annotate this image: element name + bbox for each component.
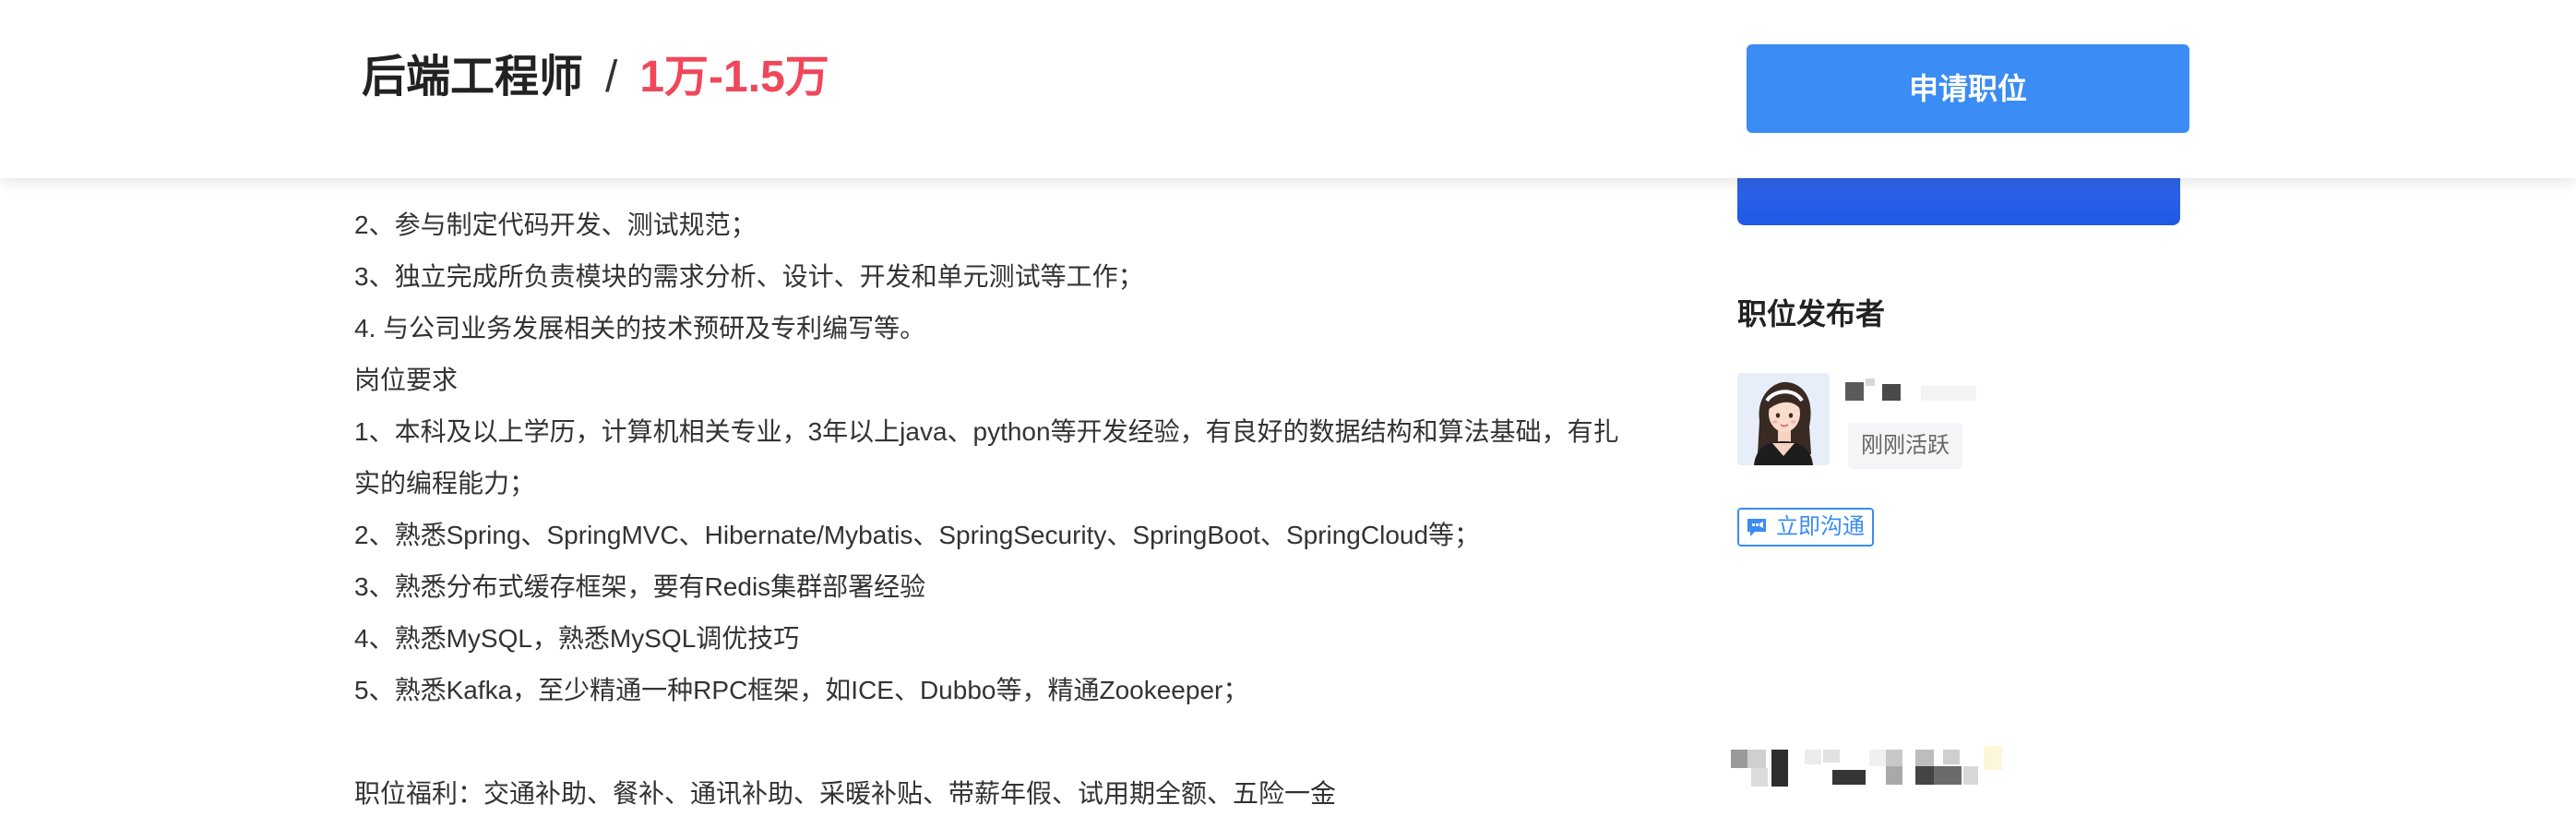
- apply-button[interactable]: 申请职位: [1747, 44, 2189, 133]
- sticky-job-header: 后端工程师 / 1万-1.5万 申请职位: [0, 0, 2576, 178]
- active-status-badge: 刚刚活跃: [1848, 423, 1962, 469]
- requirement-line: 1、本科及以上学历，计算机相关专业，3年以上java、python等开发经验，有…: [354, 417, 1619, 498]
- salary-range: 1万-1.5万: [639, 53, 829, 102]
- requirements-heading: 岗位要求: [354, 366, 459, 394]
- job-description: 2、参与制定代码开发、测试规范； 3、独立完成所负责模块的需求分析、设计、开发和…: [354, 148, 1637, 820]
- recruiter-avatar[interactable]: [1737, 373, 1830, 465]
- duty-line: 3、独立完成所负责模块的需求分析、设计、开发和单元测试等工作；: [354, 262, 1144, 291]
- avatar-illustration: [1737, 373, 1830, 465]
- title-separator: /: [605, 53, 618, 102]
- chat-now-button[interactable]: 立即沟通: [1737, 508, 1874, 547]
- company-info-redacted: [1731, 746, 2128, 790]
- requirement-line: 3、熟悉分布式缓存框架，要有Redis集群部署经验: [354, 572, 926, 601]
- requirement-line: 4、熟悉MySQL，熟悉MySQL调优技巧: [354, 624, 800, 653]
- job-title: 后端工程师: [362, 53, 584, 102]
- duty-line: 4. 与公司业务发展相关的技术预研及专利编写等。: [354, 314, 926, 342]
- requirement-line: 5、熟悉Kafka，至少精通一种RPC框架，如ICE、Dubbo等，精通Zook…: [354, 676, 1249, 704]
- chat-now-label: 立即沟通: [1776, 514, 1865, 539]
- job-heading: 后端工程师 / 1万-1.5万: [362, 48, 829, 107]
- publisher-section-title: 职位发布者: [1737, 297, 1886, 330]
- requirement-line: 2、熟悉Spring、SpringMVC、Hibernate/Mybatis、S…: [354, 521, 1481, 549]
- recruiter-name-redacted: [1845, 378, 1984, 406]
- duty-line: 2、参与制定代码开发、测试规范；: [354, 210, 757, 239]
- chat-icon: [1747, 519, 1766, 536]
- benefits-line: 职位福利：交通补助、餐补、通讯补助、采暖补贴、带薪年假、试用期全额、五险一金: [354, 779, 1337, 808]
